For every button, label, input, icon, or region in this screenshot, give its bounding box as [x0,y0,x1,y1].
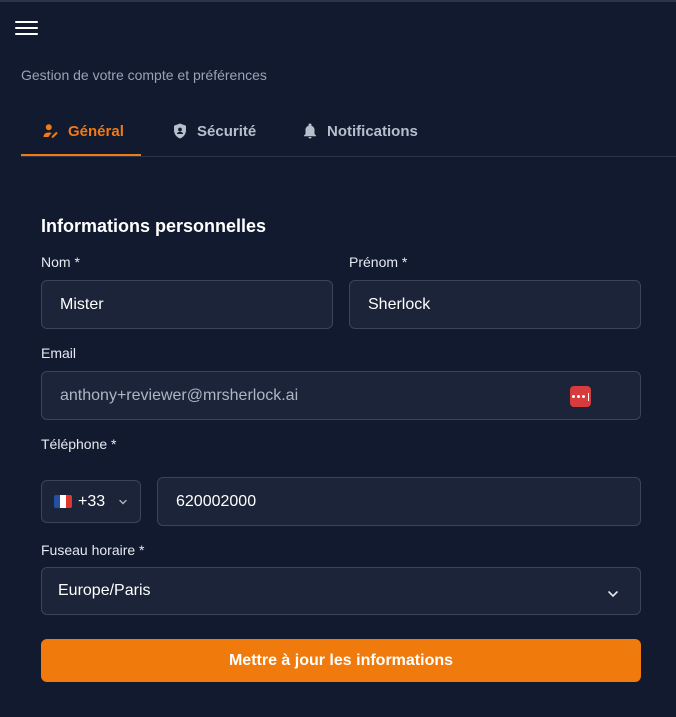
shield-user-icon [174,123,186,139]
phone-field[interactable] [157,477,641,526]
page-subtitle: Gestion de votre compte et préférences [21,67,267,83]
prenom-input[interactable] [366,294,640,315]
tab-notifications[interactable]: Notifications [301,108,418,154]
timezone-value: Europe/Paris [58,582,151,599]
user-edit-icon [43,124,58,138]
nom-label: Nom * [41,254,80,270]
top-divider [0,0,676,2]
password-manager-icon[interactable] [570,386,591,407]
update-info-button[interactable]: Mettre à jour les informations [41,639,641,682]
tab-general-label: Général [68,122,124,140]
nom-field[interactable] [41,280,333,329]
tab-security[interactable]: Sécurité [171,108,256,154]
timezone-select[interactable]: Europe/Paris [41,567,641,615]
telephone-label: Téléphone * [41,436,117,452]
country-code-value: +33 [78,492,106,510]
phone-input[interactable] [174,491,640,512]
email-label: Email [41,345,77,361]
hamburger-menu-icon[interactable] [15,21,39,39]
settings-tabs: Général Sécurité Notifications [21,108,676,157]
chevron-down-icon [119,499,127,504]
email-input[interactable] [58,385,640,406]
prenom-field[interactable] [349,280,641,329]
chevron-down-icon [608,591,618,598]
timezone-label: Fuseau horaire * [41,542,145,558]
bell-icon [304,123,316,139]
email-field[interactable] [41,371,641,420]
prenom-label: Prénom * [349,254,408,270]
country-code-select[interactable]: +33 [41,480,141,523]
france-flag-icon [54,495,72,508]
nom-input[interactable] [58,294,332,315]
tab-general[interactable]: Général [21,108,141,156]
tab-security-label: Sécurité [197,122,257,140]
section-title: Informations personnelles [41,216,267,236]
tab-notifications-label: Notifications [327,122,418,140]
